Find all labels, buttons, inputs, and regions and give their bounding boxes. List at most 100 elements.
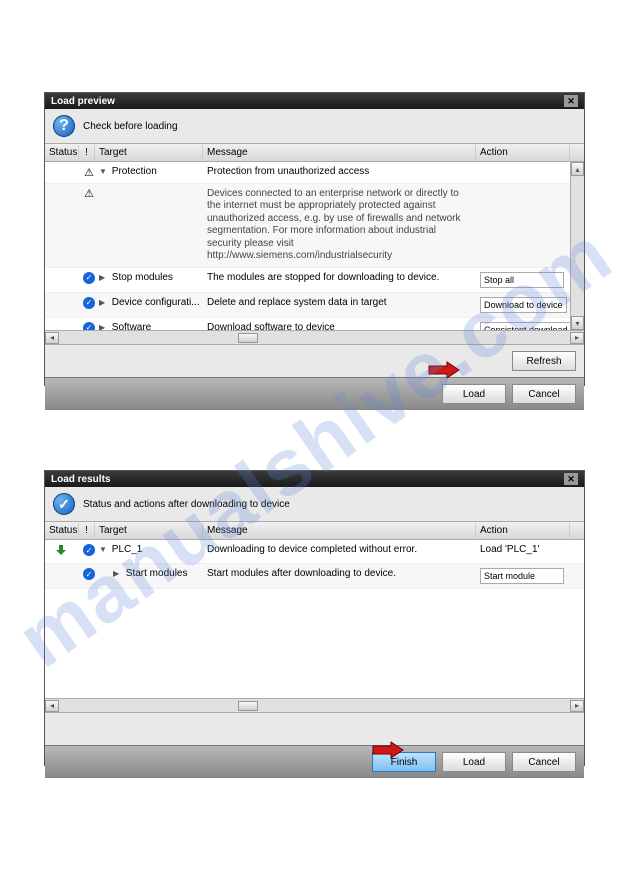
cancel-button[interactable]: Cancel [512,384,576,404]
table-row[interactable]: ✓▶ SoftwareDownload software to deviceCo… [45,318,584,331]
dialog-header: ✓ Status and actions after downloading t… [45,487,584,521]
expander-icon[interactable]: ▶ [99,273,109,282]
cell-status [45,295,79,299]
cell-target: ▼ Protection [95,164,203,179]
table-row[interactable]: ⚠ Devices connected to an enterprise netw… [45,184,584,268]
warning-icon: ⚠ [83,166,95,178]
cell-status [45,164,79,168]
cell-action: Start module [476,566,570,586]
cell-status [45,186,79,190]
mid-footer: Refresh [45,345,584,377]
load-button[interactable]: Load [442,384,506,404]
cell-target: ▼ PLC_1 [95,542,203,557]
expander-icon[interactable]: ▶ [113,569,123,578]
refresh-button[interactable]: Refresh [512,351,576,371]
cell-action [476,164,570,168]
cell-message: Download software to device [203,320,476,331]
dialog-footer: Finish Load Cancel [45,745,584,778]
col-status[interactable]: Status [45,523,79,538]
col-status[interactable]: Status [45,145,79,160]
load-results-dialog: Load results ✕ ✓ Status and actions afte… [44,470,585,766]
load-preview-dialog: Load preview ✕ ? Check before loading St… [44,92,585,386]
col-target[interactable]: Target [95,523,203,538]
col-bang[interactable]: ! [79,145,95,160]
cell-status [45,270,79,274]
cell-action [476,186,570,190]
check-icon: ✓ [83,568,95,580]
cell-icon: ⚠ [79,164,95,181]
cell-icon: ✓ [79,295,95,311]
cell-message: Downloading to device completed without … [203,542,476,557]
expander-icon[interactable]: ▶ [99,323,109,331]
scroll-track[interactable] [59,700,570,712]
col-target[interactable]: Target [95,145,203,160]
action-dropdown[interactable]: Download to device [480,297,567,313]
dialog-title: Load results [51,474,110,485]
grid-header: Status ! Target Message Action [45,144,584,162]
expander-icon[interactable]: ▼ [99,545,109,554]
header-text: Check before loading [83,121,178,132]
cell-target: ▶ Device configurati... [95,295,203,310]
scroll-left-icon[interactable]: ◂ [45,700,59,712]
table-row[interactable]: ⚠▼ ProtectionProtection from unauthorize… [45,162,584,184]
help-icon: ? [53,115,75,137]
table-row[interactable]: ✓▼ PLC_1Downloading to device completed … [45,540,584,564]
col-action[interactable]: Action [476,523,570,538]
cell-target: ▶ Start modules [95,566,203,581]
cell-message: Devices connected to an enterprise netwo… [203,186,476,265]
col-message[interactable]: Message [203,523,476,538]
mid-footer [45,713,584,745]
horizontal-scrollbar[interactable]: ◂ ▸ [45,330,584,344]
grid-body: ✓▼ PLC_1Downloading to device completed … [45,540,584,698]
scroll-down-icon[interactable]: ▾ [571,316,584,330]
cell-target [95,186,203,190]
table-row[interactable]: ✓▶ Stop modulesThe modules are stopped f… [45,268,584,293]
red-arrow-icon [371,740,405,760]
cell-message: The modules are stopped for downloading … [203,270,476,285]
cell-icon: ✓ [79,320,95,331]
download-arrow-icon [56,544,68,556]
header-text: Status and actions after downloading to … [83,499,290,510]
scroll-right-icon[interactable]: ▸ [570,700,584,712]
scroll-thumb[interactable] [238,701,258,711]
col-message[interactable]: Message [203,145,476,160]
load-preview-grid: Status ! Target Message Action ⚠▼ Protec… [45,143,584,345]
table-row[interactable]: ✓▶ Device configurati...Delete and repla… [45,293,584,318]
expander-icon[interactable]: ▼ [99,167,109,176]
cancel-button[interactable]: Cancel [512,752,576,772]
scroll-right-icon[interactable]: ▸ [570,332,584,344]
scroll-left-icon[interactable]: ◂ [45,332,59,344]
col-bang[interactable]: ! [79,523,95,538]
titlebar: Load preview ✕ [45,93,584,109]
close-icon[interactable]: ✕ [564,473,578,485]
cell-status [45,542,79,561]
cell-message: Delete and replace system data in target [203,295,476,310]
action-dropdown[interactable]: Start module [480,568,564,584]
cell-icon: ✓ [79,566,95,582]
scroll-track[interactable] [59,332,570,344]
check-icon: ✓ [83,297,95,309]
status-icon: ✓ [53,493,75,515]
check-icon: ✓ [83,322,95,331]
scroll-thumb[interactable] [238,333,258,343]
close-icon[interactable]: ✕ [564,95,578,107]
action-dropdown[interactable]: Stop all [480,272,564,288]
cell-icon: ✓ [79,542,95,558]
col-action[interactable]: Action [476,145,570,160]
load-button[interactable]: Load [442,752,506,772]
vertical-scrollbar[interactable]: ▴ ▾ [570,162,584,330]
expander-icon[interactable]: ▶ [99,298,109,307]
dialog-header: ? Check before loading [45,109,584,143]
table-row[interactable]: ✓▶ Start modulesStart modules after down… [45,564,584,589]
titlebar: Load results ✕ [45,471,584,487]
horizontal-scrollbar[interactable]: ◂ ▸ [45,698,584,712]
cell-action: Download to device [476,295,570,315]
cell-status [45,320,79,324]
red-arrow-icon [427,360,461,380]
cell-action: Load 'PLC_1' [476,542,570,557]
cell-icon: ⚠ [79,186,95,203]
action-dropdown[interactable]: Consistent download [480,322,570,331]
grid-body: ⚠▼ ProtectionProtection from unauthorize… [45,162,584,330]
cell-target: ▶ Stop modules [95,270,203,285]
scroll-up-icon[interactable]: ▴ [571,162,584,176]
